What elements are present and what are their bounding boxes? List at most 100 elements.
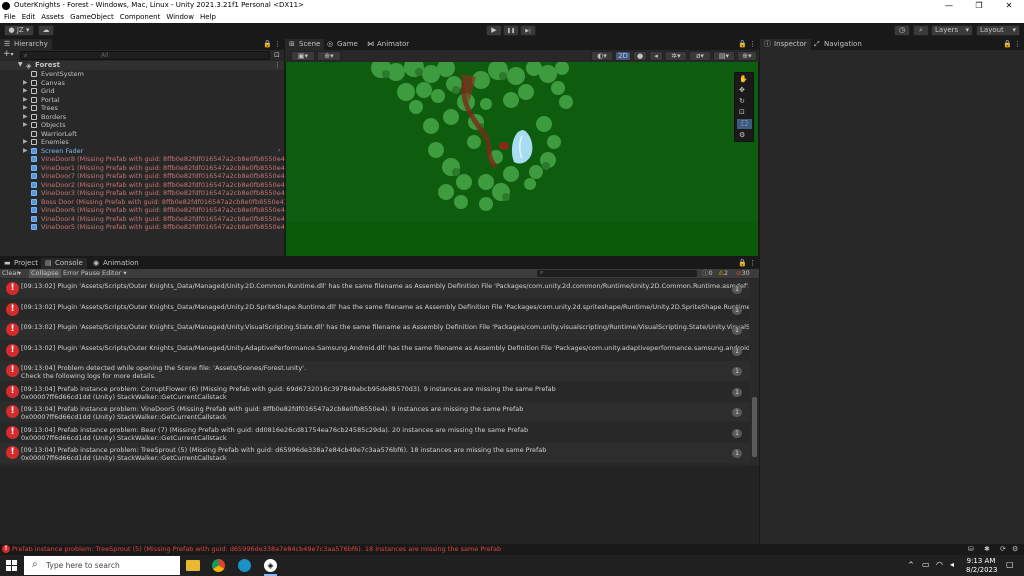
account-button[interactable]: ● JZ ▾ [4,25,34,36]
chrome-icon[interactable] [212,559,225,572]
hierarchy-item[interactable]: ▶ Canvas [23,79,65,87]
add-button[interactable]: +▾ [3,50,14,59]
hierarchy-item[interactable]: Boss Door (Missing Prefab with guid: 8ff… [31,198,286,206]
hierarchy-item[interactable]: EventSystem [31,70,84,78]
lock-icon[interactable]: 🔒 [738,259,747,267]
gizmos-button[interactable]: ⊕▾ [737,51,757,61]
hierarchy-item[interactable]: ▶ Screen Fader [23,147,83,155]
volume-icon[interactable]: ◂ [950,560,954,569]
history-button[interactable]: ◷ [894,25,910,36]
hierarchy-item[interactable]: ▶ Trees [23,104,58,112]
menu-assets[interactable]: Assets [41,12,64,23]
search-button[interactable]: ⌕ [913,25,929,36]
move-tool-icon[interactable]: ✥ [739,86,745,94]
clock-time[interactable]: 9:13 AM [966,557,996,565]
layers-dropdown[interactable]: Layers ▾ [931,25,973,36]
file-explorer-icon[interactable] [186,560,200,571]
scene-visibility-icon[interactable]: ⊡ [274,51,280,59]
wifi-icon[interactable]: ◠ [936,560,943,569]
hierarchy-item[interactable]: VineDoor1 (Missing Prefab with guid: 8ff… [31,164,287,172]
cloud-button[interactable]: ☁ [38,25,54,36]
snap-button[interactable]: ⊕▾ [317,51,341,61]
scrollbar-thumb[interactable] [752,397,757,457]
lock-icon[interactable]: 🔒 [263,40,272,48]
hierarchy-item[interactable]: ▶ Grid [23,87,55,95]
error-pause-toggle[interactable]: Error Pause [63,269,100,278]
console-search-input[interactable]: ⌕ [537,269,697,277]
expand-arrow-icon[interactable]: ▶ [23,79,28,87]
bug-icon[interactable]: ✱ [984,545,990,553]
menu-component[interactable]: Component [120,12,161,23]
hand-tool-icon[interactable]: ✋ [739,75,748,83]
lighting-toggle[interactable]: ● [633,51,647,61]
effects-button[interactable]: ✲▾ [665,51,687,61]
hierarchy-item[interactable]: VineDoor8 (Missing Prefab with guid: 8ff… [31,155,287,163]
menu-help[interactable]: Help [200,12,216,23]
hierarchy-item[interactable]: ▶ Portal [23,96,60,104]
battery-icon[interactable]: ▭ [922,560,930,569]
tab-animator[interactable]: ⋈ Animator [363,39,413,50]
render-button[interactable]: ◐▾ [591,51,613,61]
unity-hub-icon[interactable]: ◈ [264,559,277,572]
audio-toggle[interactable]: ◂ [649,51,663,61]
tab-scene[interactable]: ⊞ Scene [285,39,325,50]
windows-start-icon[interactable] [6,560,17,571]
console-log-entry[interactable]: ! [09:13:04] Prefab instance problem: Vin… [0,402,750,422]
expand-arrow-icon[interactable]: ▶ [23,121,28,129]
error-filter-toggle[interactable]: ⊘30 [736,269,750,278]
collapse-toggle[interactable]: Collapse [29,269,61,278]
warning-filter-toggle[interactable]: ⚠2 [718,269,728,278]
draw-mode-button[interactable]: ▣▾ [291,51,315,61]
hierarchy-item[interactable]: VineDoor4 (Missing Prefab with guid: 8ff… [31,215,287,223]
status-message[interactable]: Prefab instance problem: TreeSprout (5) … [12,545,501,554]
console-log-entry[interactable]: ! [09:13:02] Plugin 'Assets/Scripts/Outer… [0,279,750,299]
hierarchy-item[interactable]: VineDoor5 (Missing Prefab with guid: 8ff… [31,223,287,231]
scene-row[interactable]: ▼ ◈ Forest ⋮ [0,61,284,70]
console-log-entry[interactable]: ! [09:13:02] Plugin 'Assets/Scripts/Outer… [0,340,750,361]
hierarchy-item[interactable]: WarriorLeft [31,130,77,138]
tab-console[interactable]: ▤ Console [41,258,87,269]
chevron-down-icon[interactable]: ▾ [18,269,21,278]
hierarchy-item[interactable]: VineDoor2 (Missing Prefab with guid: 8ff… [31,181,287,189]
console-log-entry[interactable]: ! [09:13:02] Plugin 'Assets/Scripts/Outer… [0,299,750,320]
tab-game[interactable]: ◎ Game [323,39,362,50]
maximize-button[interactable]: ❐ [964,0,994,12]
play-button[interactable]: ▶ [486,25,502,36]
expand-arrow-icon[interactable]: ▶ [23,104,28,112]
expand-arrow-icon[interactable]: ▶ [23,147,28,155]
rect-tool-icon[interactable]: ⬚ [737,119,752,129]
more-icon[interactable]: ⋮ [274,61,281,69]
tab-animation[interactable]: ◉ Animation [89,258,143,269]
close-button[interactable]: ✕ [994,0,1024,12]
more-icon[interactable]: ⋮ [1014,40,1021,48]
scene-viewport[interactable]: ✋ ✥ ↻ ⊡ ⬚ ⚙ [286,62,758,256]
rotate-tool-icon[interactable]: ↻ [739,97,745,105]
editor-dropdown[interactable]: Editor ▾ [102,269,127,278]
notification-icon[interactable]: ▢ [1006,560,1014,569]
pause-button[interactable]: ❚❚ [503,25,519,36]
camera-button[interactable]: ▤▾ [713,51,735,61]
lock-icon[interactable]: 🔒 [738,40,747,48]
menu-gameobject[interactable]: GameObject [70,12,114,23]
console-scrollbar[interactable] [750,279,759,465]
taskbar-search-input[interactable]: ⌕ Type here to search [24,556,180,575]
hierarchy-search-input[interactable]: ⌕ All [20,51,270,60]
menu-window[interactable]: Window [166,12,194,23]
scale-tool-icon[interactable]: ⊡ [739,108,745,116]
expand-arrow-icon[interactable]: ▶ [23,87,28,95]
edge-icon[interactable] [238,559,251,572]
tab-navigation[interactable]: ⤢ Navigation [810,39,866,50]
console-log-entry[interactable]: ! [09:13:04] Prefab instance problem: Cor… [0,381,750,402]
expand-arrow-icon[interactable]: ▶ [23,96,28,104]
expand-arrow-icon[interactable]: ▶ [23,113,28,121]
more-icon[interactable]: ⋮ [749,40,756,48]
menu-edit[interactable]: Edit [22,12,36,23]
tab-inspector[interactable]: ⓘ Inspector [760,39,811,50]
hierarchy-item[interactable]: VineDoor6 (Missing Prefab with guid: 8ff… [31,206,287,214]
layout-dropdown[interactable]: Layout ▾ [976,25,1020,36]
expand-arrow-icon[interactable]: ▶ [23,138,28,146]
2d-toggle[interactable]: 2D [615,51,631,61]
custom-tool-icon[interactable]: ⚙ [739,131,745,139]
console-log-entry[interactable]: ! [09:13:02] Plugin 'Assets/Scripts/Outer… [0,320,750,340]
lock-icon[interactable]: 🔒 [1003,40,1012,48]
